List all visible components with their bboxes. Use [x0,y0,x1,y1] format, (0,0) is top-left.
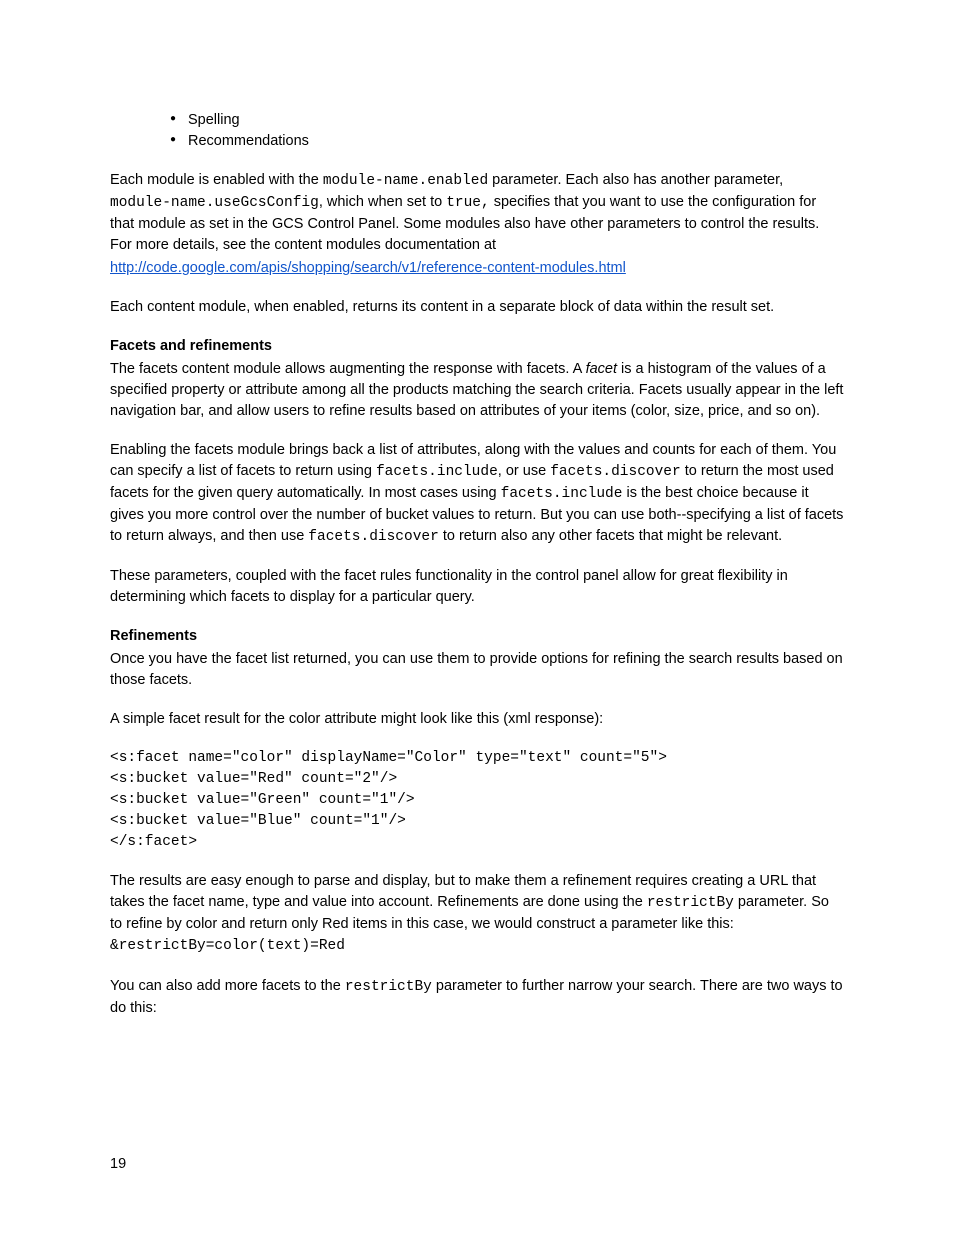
italic-run: facet [586,361,617,377]
list-item-text: Spelling [188,112,240,128]
paragraph: Once you have the facet list returned, y… [110,649,844,691]
bullet-list: Spelling Recommendations [110,110,844,152]
code-inline: facets.include [376,464,498,480]
text-run: parameter. Each also has another paramet… [488,172,783,188]
text-run: , or use [498,463,550,479]
paragraph: These parameters, coupled with the facet… [110,566,844,608]
list-item: Spelling [170,110,844,131]
list-item-text: Recommendations [188,133,309,149]
paragraph: You can also add more facets to the rest… [110,976,844,1019]
documentation-link[interactable]: http://code.google.com/apis/shopping/sea… [110,260,626,276]
paragraph: Each content module, when enabled, retur… [110,297,844,318]
heading-facets: Facets and refinements [110,336,844,357]
code-inline: module-name.enabled [323,173,488,189]
text-run: to return also any other facets that mig… [439,528,782,544]
paragraph-link: http://code.google.com/apis/shopping/sea… [110,258,844,279]
code-inline: facets.include [501,486,623,502]
code-block-xml: <s:facet name="color" displayName="Color… [110,748,844,853]
paragraph: Enabling the facets module brings back a… [110,440,844,548]
heading-refinements: Refinements [110,626,844,647]
text-run: , which when set to [319,194,446,210]
code-inline: module-name.useGcsConfig [110,195,319,211]
code-inline: facets.discover [308,529,439,545]
paragraph: Each module is enabled with the module-n… [110,170,844,256]
paragraph: A simple facet result for the color attr… [110,709,844,730]
code-inline: true, [446,195,490,211]
text-run: Each module is enabled with the [110,172,323,188]
list-item: Recommendations [170,131,844,152]
code-inline: restrictBy [345,979,432,995]
text-run: You can also add more facets to the [110,978,345,994]
code-inline: &restrictBy=color(text)=Red [110,938,345,954]
text-run: The facets content module allows augment… [110,361,586,377]
code-inline: facets.discover [550,464,681,480]
page-number: 19 [110,1154,126,1175]
paragraph: The facets content module allows augment… [110,359,844,422]
code-inline: restrictBy [647,895,734,911]
paragraph: The results are easy enough to parse and… [110,871,844,957]
document-page: Spelling Recommendations Each module is … [0,0,954,1235]
